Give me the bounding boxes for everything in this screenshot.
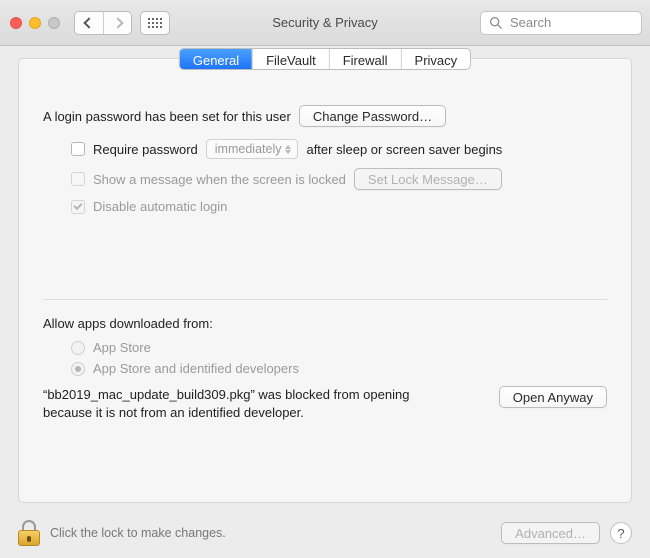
chevron-left-icon	[83, 17, 94, 28]
radio-dot-icon	[75, 366, 81, 372]
require-password-suffix: after sleep or screen saver begins	[306, 142, 502, 157]
nav-back-button[interactable]	[75, 12, 103, 34]
stepper-icon	[282, 142, 294, 156]
search-field[interactable]	[480, 11, 642, 35]
require-password-checkbox[interactable]	[71, 142, 85, 156]
check-icon	[73, 201, 82, 210]
show-all-prefs-button[interactable]	[140, 11, 170, 35]
lock-button[interactable]	[18, 520, 40, 546]
window-title: Security & Privacy	[272, 15, 377, 30]
lock-hint-text: Click the lock to make changes.	[50, 526, 226, 540]
tab-bar: General FileVault Firewall Privacy	[179, 48, 471, 70]
set-lock-message-button: Set Lock Message…	[354, 168, 502, 190]
nav-forward-button	[103, 12, 131, 34]
radio-identified-developers	[71, 362, 85, 376]
search-input[interactable]	[508, 14, 633, 31]
blocked-app-message: “bb2019_mac_update_build309.pkg” was blo…	[43, 386, 443, 421]
pref-panel: General FileVault Firewall Privacy A log…	[18, 58, 632, 503]
minimize-window-button[interactable]	[29, 17, 41, 29]
zoom-window-button	[48, 17, 60, 29]
tab-filevault[interactable]: FileVault	[252, 49, 329, 69]
allow-apps-heading: Allow apps downloaded from:	[43, 316, 213, 331]
tab-privacy[interactable]: Privacy	[401, 49, 471, 69]
nav-back-forward	[74, 11, 132, 35]
login-password-status: A login password has been set for this u…	[43, 109, 291, 124]
search-icon	[489, 16, 502, 29]
tab-general[interactable]: General	[180, 49, 252, 69]
help-button[interactable]: ?	[610, 522, 632, 544]
advanced-button: Advanced…	[501, 522, 600, 544]
window-toolbar: Security & Privacy	[0, 0, 650, 46]
tab-content-general: A login password has been set for this u…	[19, 81, 631, 502]
tab-firewall[interactable]: Firewall	[329, 49, 401, 69]
open-anyway-button[interactable]: Open Anyway	[499, 386, 607, 408]
traffic-lights	[10, 17, 60, 29]
require-password-label: Require password	[93, 142, 198, 157]
pref-footer: Click the lock to make changes. Advanced…	[0, 508, 650, 558]
require-delay-popup[interactable]: immediately	[206, 139, 299, 159]
show-lock-message-checkbox	[71, 172, 85, 186]
radio-app-store-label: App Store	[93, 340, 151, 355]
close-window-button[interactable]	[10, 17, 22, 29]
require-delay-value: immediately	[215, 142, 282, 156]
disable-autologin-label: Disable automatic login	[93, 199, 227, 214]
radio-identified-label: App Store and identified developers	[93, 361, 299, 376]
show-lock-message-label: Show a message when the screen is locked	[93, 172, 346, 187]
disable-autologin-checkbox	[71, 200, 85, 214]
grid-icon	[148, 18, 162, 28]
chevron-right-icon	[112, 17, 123, 28]
radio-app-store	[71, 341, 85, 355]
change-password-button[interactable]: Change Password…	[299, 105, 446, 127]
